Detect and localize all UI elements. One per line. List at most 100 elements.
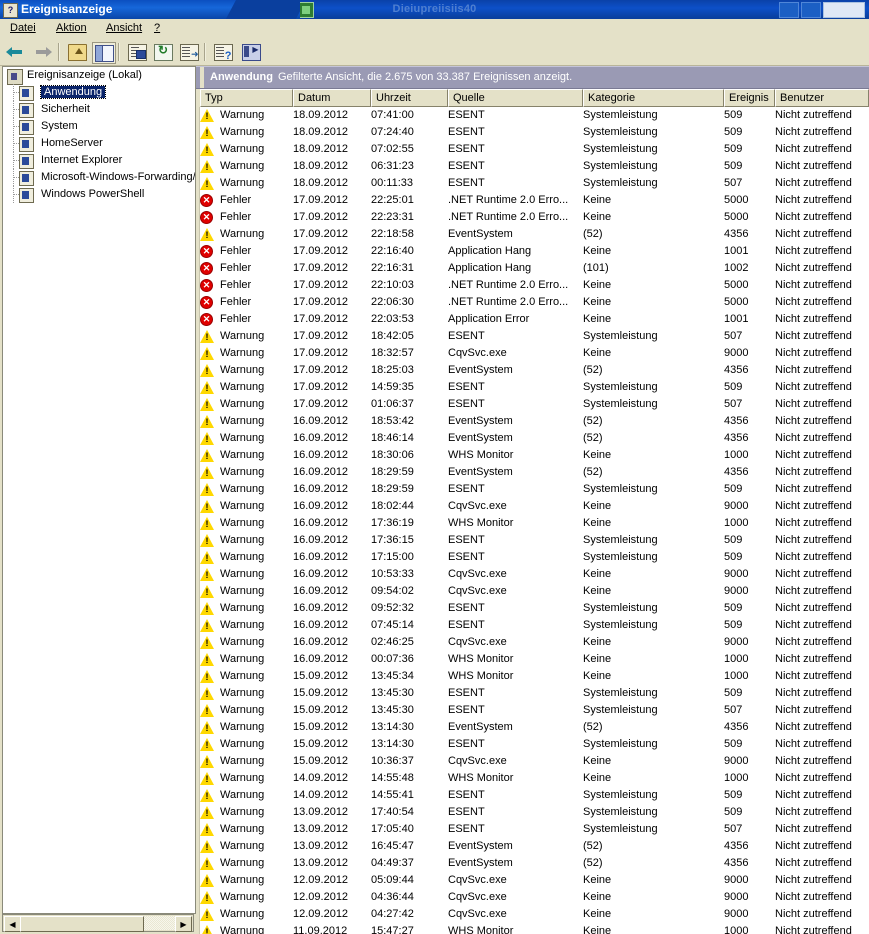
table-row[interactable]: Warnung16.09.201218:46:14EventSystem(52)… xyxy=(196,430,869,447)
table-row[interactable]: Warnung13.09.201217:40:54ESENTSystemleis… xyxy=(196,804,869,821)
scroll-right-button[interactable]: ▶ xyxy=(175,916,192,932)
back-button[interactable] xyxy=(4,42,26,62)
sidebar-item-windows-powershell[interactable]: Windows PowerShell xyxy=(3,186,195,203)
cell-user: Nicht zutreffend xyxy=(775,211,852,223)
sidebar-item-sicherheit[interactable]: Sicherheit xyxy=(3,101,195,118)
show-hide-tree-button[interactable] xyxy=(92,42,116,64)
cell-date: 18.09.2012 xyxy=(293,177,349,189)
column-header-row[interactable]: Typ Datum Uhrzeit Quelle Kategorie Ereignis Be… xyxy=(196,89,869,107)
column-header-ereignis[interactable]: Ereignis xyxy=(724,89,775,107)
refresh-button[interactable] xyxy=(152,42,174,62)
tree-root-node[interactable]: Ereignisanzeige (Lokal) xyxy=(3,67,195,85)
column-header-typ[interactable]: Typ xyxy=(200,89,293,107)
table-row[interactable]: Warnung12.09.201204:36:44CqvSvc.exeKeine… xyxy=(196,889,869,906)
table-row[interactable]: Warnung16.09.201217:15:00ESENTSystemleis… xyxy=(196,549,869,566)
cell-date: 15.09.2012 xyxy=(293,738,349,750)
help-button[interactable] xyxy=(212,42,234,62)
cell-user: Nicht zutreffend xyxy=(775,908,852,920)
table-row[interactable]: Fehler17.09.201222:25:01.NET Runtime 2.0… xyxy=(196,192,869,209)
table-row[interactable]: Warnung16.09.201202:46:25CqvSvc.exeKeine… xyxy=(196,634,869,651)
table-row[interactable]: Warnung16.09.201210:53:33CqvSvc.exeKeine… xyxy=(196,566,869,583)
sidebar-item-internet-explorer[interactable]: Internet Explorer xyxy=(3,152,195,169)
table-row[interactable]: Warnung15.09.201210:36:37CqvSvc.exeKeine… xyxy=(196,753,869,770)
forward-button[interactable] xyxy=(32,42,54,62)
event-rows[interactable]: Warnung18.09.201207:41:00ESENTSystemleis… xyxy=(196,107,869,934)
table-row[interactable]: Warnung15.09.201213:45:34WHS MonitorKein… xyxy=(196,668,869,685)
table-row[interactable]: Warnung18.09.201207:02:55ESENTSystemleis… xyxy=(196,141,869,158)
table-row[interactable]: Warnung16.09.201218:29:59ESENTSystemleis… xyxy=(196,481,869,498)
table-row[interactable]: Warnung18.09.201207:41:00ESENTSystemleis… xyxy=(196,107,869,124)
table-row[interactable]: Fehler17.09.201222:10:03.NET Runtime 2.0… xyxy=(196,277,869,294)
table-row[interactable]: Warnung12.09.201205:09:44CqvSvc.exeKeine… xyxy=(196,872,869,889)
properties-button[interactable] xyxy=(126,42,148,62)
scrollbar-track[interactable] xyxy=(143,916,176,930)
table-row[interactable]: Warnung16.09.201200:07:36WHS MonitorKein… xyxy=(196,651,869,668)
table-row[interactable]: Warnung14.09.201214:55:41ESENTSystemleis… xyxy=(196,787,869,804)
table-row[interactable]: Warnung17.09.201218:42:05ESENTSystemleis… xyxy=(196,328,869,345)
table-row[interactable]: Warnung12.09.201204:27:42CqvSvc.exeKeine… xyxy=(196,906,869,923)
column-header-datum[interactable]: Datum xyxy=(293,89,371,107)
table-row[interactable]: Fehler17.09.201222:03:53Application Erro… xyxy=(196,311,869,328)
table-row[interactable]: Warnung17.09.201218:25:03EventSystem(52)… xyxy=(196,362,869,379)
table-row[interactable]: Warnung17.09.201201:06:37ESENTSystemleis… xyxy=(196,396,869,413)
table-row[interactable]: Fehler17.09.201222:06:30.NET Runtime 2.0… xyxy=(196,294,869,311)
minimize-button[interactable] xyxy=(779,2,799,18)
close-button[interactable] xyxy=(823,2,865,18)
cell-event: 507 xyxy=(724,330,743,342)
menu-ansicht[interactable]: Ansicht xyxy=(100,19,148,38)
column-header-kategorie[interactable]: Kategorie xyxy=(583,89,724,107)
table-row[interactable]: Warnung18.09.201207:24:40ESENTSystemleis… xyxy=(196,124,869,141)
table-row[interactable]: Fehler17.09.201222:16:40Application Hang… xyxy=(196,243,869,260)
toolbar[interactable] xyxy=(0,38,869,66)
column-header-uhrzeit[interactable]: Uhrzeit xyxy=(371,89,448,107)
cell-event: 507 xyxy=(724,398,743,410)
table-row[interactable]: Warnung14.09.201214:55:48WHS MonitorKein… xyxy=(196,770,869,787)
event-list-pane[interactable]: Anwendung Gefilterte Ansicht, die 2.675 … xyxy=(196,66,869,934)
table-row[interactable]: Warnung15.09.201213:14:30ESENTSystemleis… xyxy=(196,736,869,753)
sidebar-item-anwendung[interactable]: Anwendung xyxy=(3,84,195,101)
console-tree[interactable]: Ereignisanzeige (Lokal) Anwendung Sicherh… xyxy=(2,66,196,914)
sidebar-item-system[interactable]: System xyxy=(3,118,195,135)
menu-aktion[interactable]: Aktion xyxy=(50,19,93,38)
up-one-level-button[interactable] xyxy=(66,42,88,62)
export-list-button[interactable] xyxy=(178,42,200,62)
table-row[interactable]: Warnung16.09.201218:29:59EventSystem(52)… xyxy=(196,464,869,481)
column-header-quelle[interactable]: Quelle xyxy=(448,89,583,107)
scrollbar-thumb[interactable] xyxy=(20,916,144,932)
table-row[interactable]: Warnung18.09.201200:11:33ESENTSystemleis… xyxy=(196,175,869,192)
table-row[interactable]: Warnung16.09.201218:30:06WHS MonitorKein… xyxy=(196,447,869,464)
table-row[interactable]: Warnung16.09.201217:36:15ESENTSystemleis… xyxy=(196,532,869,549)
table-row[interactable]: Fehler17.09.201222:23:31.NET Runtime 2.0… xyxy=(196,209,869,226)
column-header-benutzer[interactable]: Benutzer xyxy=(775,89,869,107)
table-row[interactable]: Warnung16.09.201217:36:19WHS MonitorKein… xyxy=(196,515,869,532)
table-row[interactable]: Warnung17.09.201214:59:35ESENTSystemleis… xyxy=(196,379,869,396)
table-row[interactable]: Warnung16.09.201218:53:42EventSystem(52)… xyxy=(196,413,869,430)
new-window-button[interactable] xyxy=(240,42,262,62)
menu-datei[interactable]: Datei xyxy=(4,19,42,38)
window-titlebar[interactable]: ? Ereignisanzeige xyxy=(0,0,300,19)
table-row[interactable]: Warnung16.09.201218:02:44CqvSvc.exeKeine… xyxy=(196,498,869,515)
table-row[interactable]: Warnung17.09.201222:18:58EventSystem(52)… xyxy=(196,226,869,243)
cell-category: Keine xyxy=(583,517,612,529)
table-row[interactable]: Warnung13.09.201217:05:40ESENTSystemleis… xyxy=(196,821,869,838)
sidebar-item-homeserver[interactable]: HomeServer xyxy=(3,135,195,152)
sidebar-item-microsoft-windows-forwarding[interactable]: Microsoft-Windows-Forwarding/ xyxy=(3,169,195,186)
scroll-left-button[interactable]: ◀ xyxy=(4,916,21,932)
table-row[interactable]: Warnung15.09.201213:14:30EventSystem(52)… xyxy=(196,719,869,736)
background-window-buttons[interactable] xyxy=(779,2,865,18)
table-row[interactable]: Warnung18.09.201206:31:23ESENTSystemleis… xyxy=(196,158,869,175)
table-row[interactable]: Warnung16.09.201209:54:02CqvSvc.exeKeine… xyxy=(196,583,869,600)
table-row[interactable]: Warnung17.09.201218:32:57CqvSvc.exeKeine… xyxy=(196,345,869,362)
table-row[interactable]: Warnung16.09.201209:52:32ESENTSystemleis… xyxy=(196,600,869,617)
maximize-button[interactable] xyxy=(801,2,821,18)
menu-hilfe[interactable]: ? xyxy=(148,19,166,38)
table-row[interactable]: Warnung16.09.201207:45:14ESENTSystemleis… xyxy=(196,617,869,634)
table-row[interactable]: Fehler17.09.201222:16:31Application Hang… xyxy=(196,260,869,277)
table-row[interactable]: Warnung15.09.201213:45:30ESENTSystemleis… xyxy=(196,685,869,702)
tree-horizontal-scrollbar[interactable]: ◀ ▶ xyxy=(2,914,194,932)
table-row[interactable]: Warnung15.09.201213:45:30ESENTSystemleis… xyxy=(196,702,869,719)
table-row[interactable]: Warnung13.09.201216:45:47EventSystem(52)… xyxy=(196,838,869,855)
table-row[interactable]: Warnung13.09.201204:49:37EventSystem(52)… xyxy=(196,855,869,872)
table-row[interactable]: Warnung11.09.201215:47:27WHS MonitorKein… xyxy=(196,923,869,934)
menu-bar[interactable]: Datei Aktion Ansicht ? xyxy=(0,19,869,39)
